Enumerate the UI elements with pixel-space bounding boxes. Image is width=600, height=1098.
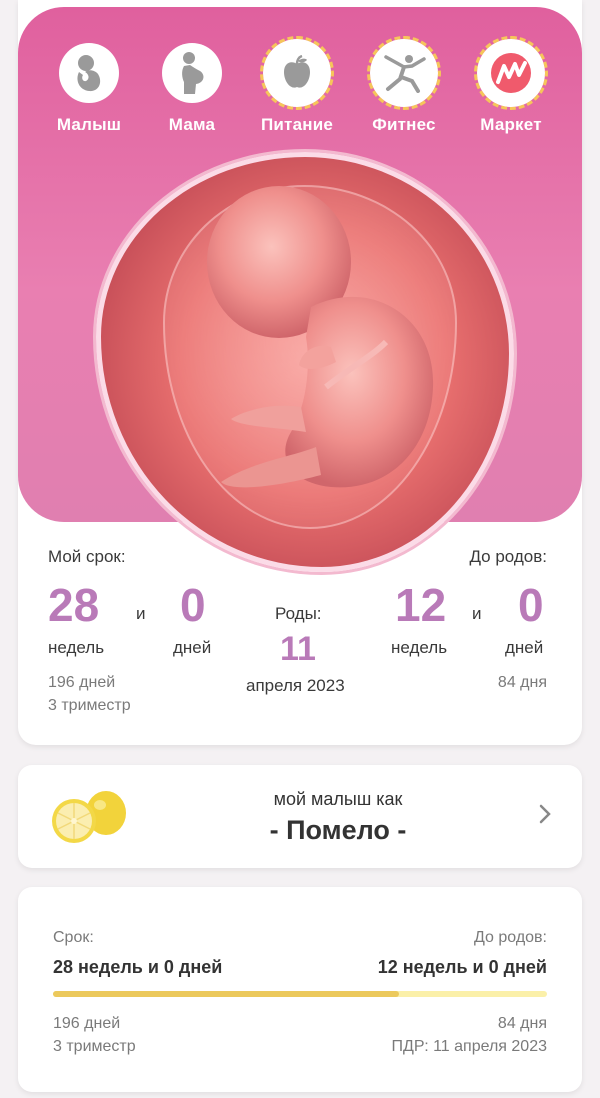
birth-month-year: апреля 2023 [246, 676, 345, 695]
progress-remaining: 84 дня [497, 1015, 547, 1032]
fetus-icon [207, 186, 434, 488]
until-weeks-unit: недель [391, 638, 448, 657]
progress-total-days: 196 дней [53, 1015, 121, 1032]
apple-icon [260, 36, 334, 110]
until-days-unit: дней [505, 638, 544, 657]
until-total-days: 84 дня [497, 674, 547, 691]
nav-label: Фитнес [372, 115, 436, 134]
until-label: До родов: [469, 547, 547, 566]
nav-label: Питание [260, 115, 334, 134]
nav-label: Маркет [480, 115, 542, 134]
progress-term-label: Срок: [53, 929, 94, 946]
term-days-unit: дней [173, 638, 212, 657]
fetus-illustration [96, 152, 514, 572]
nav-market[interactable]: Маркет [461, 36, 561, 135]
progress-card [18, 887, 582, 1092]
term-and: и [136, 604, 146, 623]
term-weeks: 28 [48, 579, 100, 631]
progress-until-value: 12 недель и 0 дней [377, 957, 547, 977]
nav-mom[interactable]: Мама [142, 37, 242, 135]
chevron-right-icon [538, 803, 552, 830]
pomelo-icon [48, 787, 130, 850]
birth-label: Роды: [275, 604, 322, 623]
term-total-days: 196 дней [48, 674, 116, 691]
baby-size-fruit: - Помело - [269, 815, 407, 845]
progress-fill [53, 991, 399, 997]
market-logo-icon [474, 36, 548, 110]
nav-baby[interactable]: Малыш [39, 37, 139, 135]
progress-term-value: 28 недель и 0 дней [53, 957, 223, 977]
pregnant-woman-icon [162, 43, 222, 103]
term-label: Мой срок: [48, 547, 126, 566]
nav-label: Мама [168, 115, 216, 134]
until-weeks: 12 [395, 579, 447, 631]
until-and: и [472, 604, 482, 623]
baby-size-caption: мой малыш как [273, 789, 403, 809]
term-trimester: 3 триместр [48, 697, 131, 714]
progress-trimester: 3 триместр [53, 1038, 136, 1055]
baby-size-card[interactable]: мой малыш как - Помело - [18, 765, 582, 868]
term-weeks-unit: недель [48, 638, 105, 657]
yoga-icon [367, 36, 441, 110]
category-nav: Малыш Мама Питание Фитнес Маркет [18, 36, 582, 147]
birth-day: 11 [280, 630, 316, 668]
progress-due-date: ПДР: 11 апреля 2023 [391, 1038, 547, 1055]
nav-fitness[interactable]: Фитнес [354, 36, 454, 135]
nav-label: Малыш [56, 115, 122, 134]
term-days: 0 [180, 579, 206, 631]
pregnancy-progress-bar [53, 991, 547, 997]
nav-nutrition[interactable]: Питание [247, 36, 347, 135]
baby-icon [59, 43, 119, 103]
progress-until-label: До родов: [474, 929, 547, 946]
until-days: 0 [518, 579, 544, 631]
